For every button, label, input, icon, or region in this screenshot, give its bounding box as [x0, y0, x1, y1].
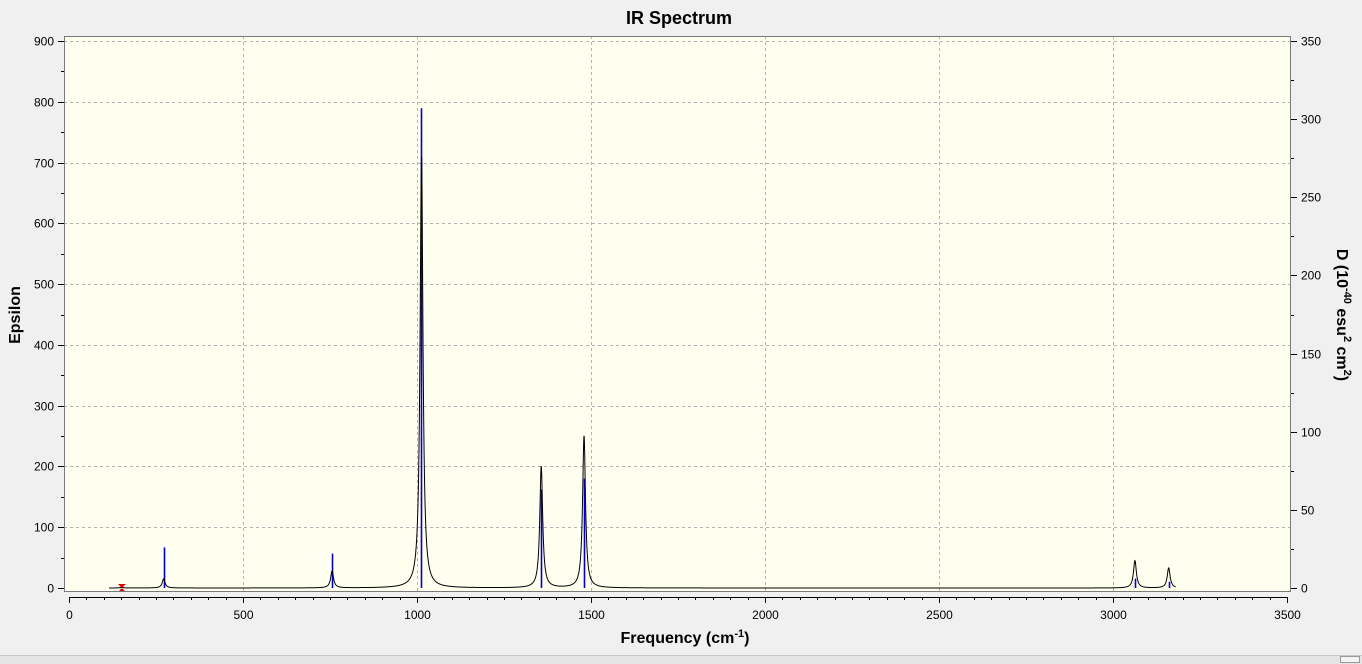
y2-tick-label: 250 [1301, 191, 1321, 205]
y-tick-label: 0 [47, 582, 54, 596]
y-axis-title: Epsilon [7, 286, 24, 344]
y2-tick-label: 350 [1301, 35, 1321, 49]
y-tick-label: 500 [34, 278, 54, 292]
y2-axis-title: D (10-40 esu2 cm2) [1333, 249, 1353, 381]
right-axis-ticks: 0 50 100 150 200 250 300 350 [1291, 35, 1321, 596]
y-tick-label: 300 [34, 400, 54, 414]
x-axis-title: Frequency (cm-1) [621, 628, 750, 647]
x-tick-label: 1000 [404, 608, 431, 622]
y-tick-label: 100 [34, 521, 54, 535]
x-tick-label: 1500 [578, 608, 605, 622]
y-tick-label: 600 [34, 217, 54, 231]
y-tick-label: 200 [34, 460, 54, 474]
y2-tick-label: 200 [1301, 269, 1321, 283]
x-tick-label: 2000 [752, 608, 779, 622]
y2-tick-label: 0 [1301, 582, 1308, 596]
y2-tick-label: 300 [1301, 113, 1321, 127]
x-tick-label: 500 [233, 608, 253, 622]
left-axis-ticks: 0 100 200 300 400 500 600 700 800 900 [34, 35, 64, 596]
y-tick-label: 800 [34, 96, 54, 110]
y2-tick-label: 100 [1301, 426, 1321, 440]
y2-tick-label: 150 [1301, 348, 1321, 362]
resize-grip-icon[interactable] [1340, 656, 1360, 663]
x-tick-label: 2500 [926, 608, 953, 622]
ir-spectrum-chart: 0 100 200 300 400 500 600 700 800 900 0 50 100 150 20… [7, 8, 1353, 647]
x-tick-label: 3000 [1100, 608, 1127, 622]
y2-tick-label: 50 [1301, 504, 1315, 518]
x-tick-label: 3500 [1274, 608, 1301, 622]
x-tick-label: 0 [66, 608, 73, 622]
y-tick-label: 900 [34, 35, 54, 49]
plot-area [64, 36, 1291, 592]
chart-title: IR Spectrum [626, 8, 732, 28]
y-tick-label: 400 [34, 339, 54, 353]
y-tick-label: 700 [34, 157, 54, 171]
x-axis-ticks: 0 500 1000 1500 2000 2500 3000 3500 [66, 597, 1301, 622]
